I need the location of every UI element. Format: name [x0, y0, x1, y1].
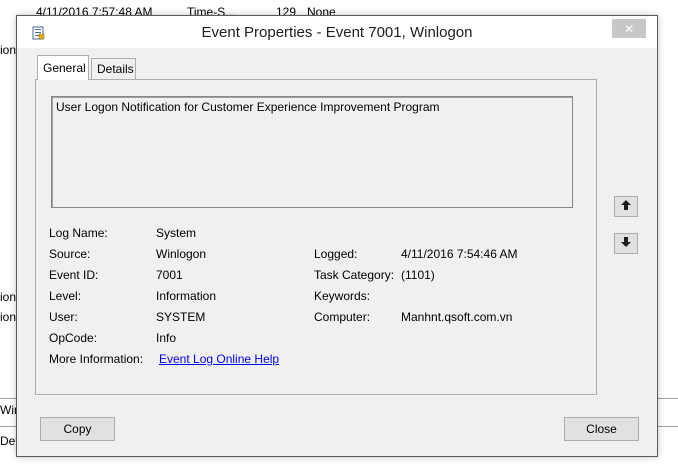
arrow-up-icon: [620, 199, 632, 214]
source-value: Winlogon: [156, 247, 207, 261]
user-label: User:: [49, 310, 78, 324]
opcode-label: OpCode:: [49, 331, 98, 345]
general-tab-panel: User Logon Notification for Customer Exp…: [35, 79, 597, 395]
title-bar[interactable]: Event Properties - Event 7001, Winlogon …: [17, 16, 657, 48]
level-value: Information: [156, 289, 217, 303]
background-text-fragment: ion: [0, 43, 17, 57]
event-description[interactable]: User Logon Notification for Customer Exp…: [51, 96, 573, 208]
log-name-label: Log Name:: [49, 226, 108, 240]
previous-event-button[interactable]: [614, 196, 638, 217]
event-id-label: Event ID:: [49, 268, 99, 282]
level-label: Level:: [49, 289, 82, 303]
close-button[interactable]: Close: [564, 417, 639, 441]
task-category-label: Task Category:: [314, 268, 395, 282]
user-value: SYSTEM: [156, 310, 206, 324]
more-information-label: More Information:: [49, 352, 144, 366]
computer-label: Computer:: [314, 310, 371, 324]
logged-value: 4/11/2016 7:54:46 AM: [401, 247, 518, 261]
source-label: Source:: [49, 247, 91, 261]
background-text-fragment: ion: [0, 290, 17, 304]
computer-value: Manhnt.qsoft.com.vn: [401, 310, 513, 324]
close-icon: ✕: [623, 21, 635, 36]
event-id-value: 7001: [156, 268, 183, 282]
arrow-down-icon: [620, 236, 632, 251]
logged-label: Logged:: [314, 247, 358, 261]
tab-general[interactable]: General: [37, 55, 89, 80]
task-category-value: (1101): [401, 268, 435, 282]
tab-details[interactable]: Details: [91, 58, 136, 80]
dialog-title: Event Properties - Event 7001, Winlogon: [201, 24, 473, 41]
next-event-button[interactable]: [614, 233, 638, 254]
event-log-online-help-link[interactable]: Event Log Online Help: [159, 352, 279, 366]
keywords-label: Keywords:: [314, 289, 371, 303]
opcode-value: Info: [156, 331, 177, 345]
title-close-button[interactable]: ✕: [612, 19, 646, 38]
copy-button[interactable]: Copy: [40, 417, 115, 441]
background-text-fragment: ion: [0, 310, 17, 324]
event-properties-dialog: Event Properties - Event 7001, Winlogon …: [16, 15, 658, 457]
log-name-value: System: [156, 226, 197, 240]
